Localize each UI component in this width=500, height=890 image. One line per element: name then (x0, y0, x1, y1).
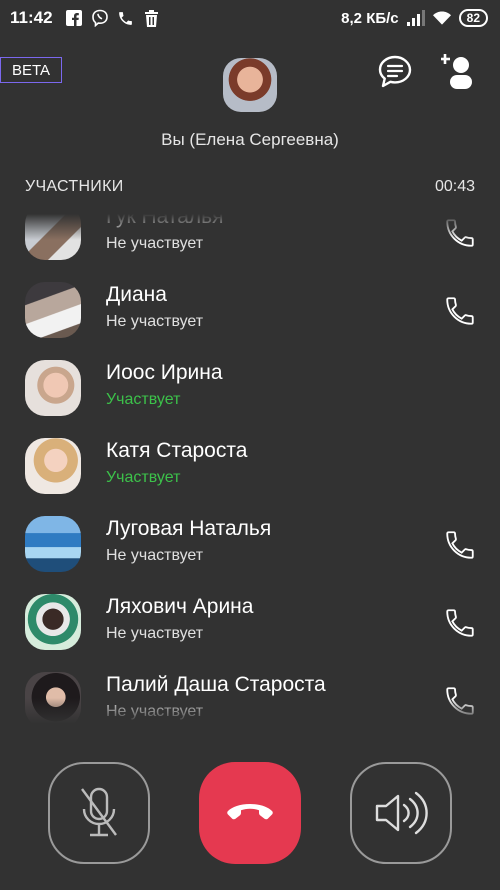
facebook-icon (65, 9, 83, 27)
call-participant-icon[interactable] (443, 606, 477, 640)
battery-icon: 82 (458, 9, 488, 27)
participant-status: Не участвует (106, 313, 204, 330)
signal-icon (406, 9, 425, 27)
participant-row[interactable]: Луговая Наталья Не участвует (0, 504, 500, 582)
chat-icon (378, 55, 412, 88)
participant-status: Не участвует (106, 703, 204, 720)
participant-avatar (25, 438, 81, 494)
end-call-button[interactable] (199, 762, 301, 864)
hang-up-icon (227, 804, 273, 820)
phone-icon (117, 9, 135, 27)
participant-avatar (25, 672, 81, 724)
participant-name: Иоос Ирина (106, 361, 223, 384)
participant-row[interactable]: Гук Наталья Не участвует (0, 214, 500, 270)
network-speed: 8,2 КБ/с (341, 9, 399, 27)
participant-status: Участвует (106, 469, 181, 486)
beta-badge: BETA (0, 57, 62, 83)
participant-status: Не участвует (106, 625, 204, 642)
participant-name: Гук Наталья (106, 214, 224, 228)
add-user-icon (440, 54, 472, 89)
participant-name: Катя Староста (106, 439, 248, 462)
participant-avatar (25, 516, 81, 572)
self-avatar (223, 58, 277, 112)
participant-status: Не участвует (106, 547, 204, 564)
call-timer: 00:43 (434, 178, 475, 195)
speaker-button[interactable] (350, 762, 452, 864)
participant-name: Палий Даша Староста (106, 673, 326, 696)
call-participant-icon[interactable] (443, 684, 477, 718)
trash-icon (143, 9, 161, 27)
viber-icon (91, 9, 109, 27)
participants-list[interactable]: Гук Наталья Не участвует Диана Не участв… (0, 214, 500, 724)
status-bar: 11:42 8,2 КБ/с 82 (0, 0, 500, 36)
participant-row[interactable]: Диана Не участвует (0, 270, 500, 348)
participant-row[interactable]: Катя Староста Участвует (0, 426, 500, 504)
speaker-icon (375, 791, 428, 835)
self-name: Вы (Елена Сергеевна) (161, 130, 339, 149)
wifi-icon (432, 9, 451, 27)
participant-name: Диана (106, 283, 167, 306)
call-participant-icon[interactable] (443, 294, 477, 328)
participant-avatar (25, 282, 81, 338)
participant-row[interactable]: Палий Даша Староста Не участвует (0, 660, 500, 724)
participant-status: Не участвует (106, 235, 204, 252)
mute-button[interactable] (48, 762, 150, 864)
participant-avatar (25, 214, 81, 260)
participant-row[interactable]: Иоос Ирина Участвует (0, 348, 500, 426)
participant-name: Ляхович Арина (106, 595, 254, 618)
add-participant-button[interactable] (440, 52, 475, 90)
participant-avatar (25, 594, 81, 650)
call-participant-icon[interactable] (443, 216, 477, 250)
participants-section-label: УЧАСТНИКИ (25, 178, 124, 195)
chat-button[interactable] (377, 54, 413, 90)
participant-row[interactable]: Ляхович Арина Не участвует (0, 582, 500, 660)
participant-avatar (25, 360, 81, 416)
microphone-muted-icon (81, 787, 117, 837)
participant-name: Луговая Наталья (106, 517, 272, 540)
participant-status: Участвует (106, 391, 181, 408)
status-time: 11:42 (10, 8, 53, 27)
call-participant-icon[interactable] (443, 528, 477, 562)
